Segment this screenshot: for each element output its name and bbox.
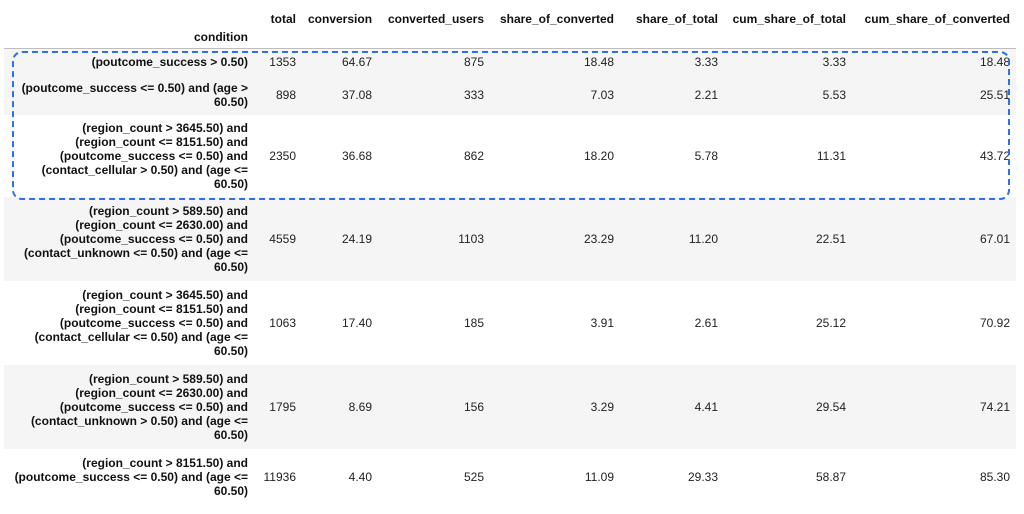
cell-cum-share-of-total: 11.31 bbox=[816, 148, 846, 163]
cell-converted-users: 1103 bbox=[458, 231, 484, 246]
cell-cum-share-of-converted: 67.01 bbox=[979, 231, 1010, 246]
column-header-cum-share-of-converted: cum_share_of_converted bbox=[864, 12, 1010, 26]
cell-converted-users: 875 bbox=[463, 54, 484, 69]
dataframe-output: total conversion converted_users share_o… bbox=[0, 0, 1024, 505]
cell-total: 1063 bbox=[269, 315, 296, 330]
cell-share-of-converted: 7.03 bbox=[590, 87, 614, 102]
cell-cum-share-of-total: 5.53 bbox=[822, 87, 846, 102]
column-header-share-of-total: share_of_total bbox=[635, 12, 718, 26]
cell-cum-share-of-converted: 43.72 bbox=[979, 148, 1010, 163]
cell-conversion: 4.40 bbox=[348, 469, 372, 484]
cell-cum-share-of-total: 25.12 bbox=[815, 315, 846, 330]
column-header-total: total bbox=[270, 12, 296, 26]
index-header-row: condition bbox=[4, 26, 1016, 49]
table-row: (region_count > 3645.50) and (region_cou… bbox=[4, 280, 1016, 365]
index-header-condition: condition bbox=[194, 30, 248, 44]
table-row: (region_count > 589.50) and (region_coun… bbox=[4, 196, 1016, 281]
cell-share-of-total: 29.33 bbox=[687, 469, 718, 484]
column-header-row: total conversion converted_users share_o… bbox=[4, 0, 1016, 26]
cell-converted-users: 525 bbox=[463, 469, 484, 484]
cell-share-of-total: 2.21 bbox=[694, 87, 718, 102]
column-header-converted-users: converted_users bbox=[387, 12, 484, 26]
row-condition: (region_count > 589.50) and (region_coun… bbox=[23, 203, 248, 274]
cell-cum-share-of-converted: 85.30 bbox=[979, 469, 1010, 484]
cell-conversion: 17.40 bbox=[341, 315, 372, 330]
cell-cum-share-of-converted: 70.92 bbox=[979, 315, 1010, 330]
row-condition: (region_count > 589.50) and (region_coun… bbox=[30, 371, 248, 442]
table-row: (region_count > 3645.50) and (region_cou… bbox=[4, 114, 1016, 197]
cell-share-of-converted: 18.48 bbox=[583, 54, 614, 69]
row-condition: (poutcome_success > 0.50) bbox=[91, 54, 248, 69]
cell-cum-share-of-total: 58.87 bbox=[815, 469, 846, 484]
cell-cum-share-of-total: 22.51 bbox=[815, 231, 846, 246]
cell-share-of-converted: 23.29 bbox=[583, 231, 614, 246]
cell-share-of-total: 3.33 bbox=[694, 54, 718, 69]
table-row: (poutcome_success > 0.50) 1353 64.67 875… bbox=[4, 48, 1016, 75]
cell-share-of-total: 11.20 bbox=[688, 231, 718, 246]
column-header-conversion: conversion bbox=[308, 12, 373, 26]
column-header-blank bbox=[4, 0, 254, 26]
column-header-share-of-converted: share_of_converted bbox=[499, 12, 614, 26]
cell-cum-share-of-converted: 25.51 bbox=[979, 87, 1010, 102]
cell-cum-share-of-total: 3.33 bbox=[822, 54, 846, 69]
cell-total: 11936 bbox=[263, 469, 296, 484]
table-row: (region_count > 589.50) and (region_coun… bbox=[4, 364, 1016, 449]
cell-share-of-converted: 18.20 bbox=[583, 148, 614, 163]
cell-cum-share-of-total: 29.54 bbox=[815, 399, 846, 414]
cell-conversion: 37.08 bbox=[341, 87, 372, 102]
cell-total: 2350 bbox=[269, 148, 296, 163]
cell-share-of-total: 5.78 bbox=[694, 148, 718, 163]
cell-conversion: 36.68 bbox=[341, 148, 372, 163]
row-condition: (poutcome_success <= 0.50) and (age > 60… bbox=[21, 80, 248, 109]
row-condition: (region_count > 3645.50) and (region_cou… bbox=[34, 287, 248, 358]
cell-share-of-converted: 3.91 bbox=[590, 315, 614, 330]
cell-total: 1795 bbox=[269, 399, 296, 414]
row-condition: (region_count > 3645.50) and (region_cou… bbox=[41, 120, 248, 191]
cell-total: 1353 bbox=[269, 54, 296, 69]
cell-share-of-converted: 11.09 bbox=[584, 469, 614, 484]
cell-converted-users: 333 bbox=[463, 87, 484, 102]
cell-converted-users: 862 bbox=[463, 148, 484, 163]
cell-converted-users: 156 bbox=[463, 399, 484, 414]
cell-share-of-total: 2.61 bbox=[694, 315, 718, 330]
cell-cum-share-of-converted: 74.21 bbox=[979, 399, 1010, 414]
cell-total: 4559 bbox=[269, 231, 296, 246]
column-header-cum-share-of-total: cum_share_of_total bbox=[732, 12, 846, 26]
cell-cum-share-of-converted: 18.48 bbox=[979, 54, 1010, 69]
cell-conversion: 24.19 bbox=[341, 231, 372, 246]
cell-converted-users: 185 bbox=[463, 315, 484, 330]
results-table: total conversion converted_users share_o… bbox=[4, 0, 1016, 505]
cell-conversion: 64.67 bbox=[341, 54, 372, 69]
cell-share-of-converted: 3.29 bbox=[590, 399, 614, 414]
table-row: (poutcome_success <= 0.50) and (age > 60… bbox=[4, 74, 1016, 115]
cell-total: 898 bbox=[275, 87, 296, 102]
cell-conversion: 8.69 bbox=[348, 399, 372, 414]
row-condition: (region_count > 8151.50) and (poutcome_s… bbox=[14, 455, 248, 498]
cell-share-of-total: 4.41 bbox=[694, 399, 718, 414]
table-row: (region_count > 8151.50) and (poutcome_s… bbox=[4, 448, 1016, 505]
